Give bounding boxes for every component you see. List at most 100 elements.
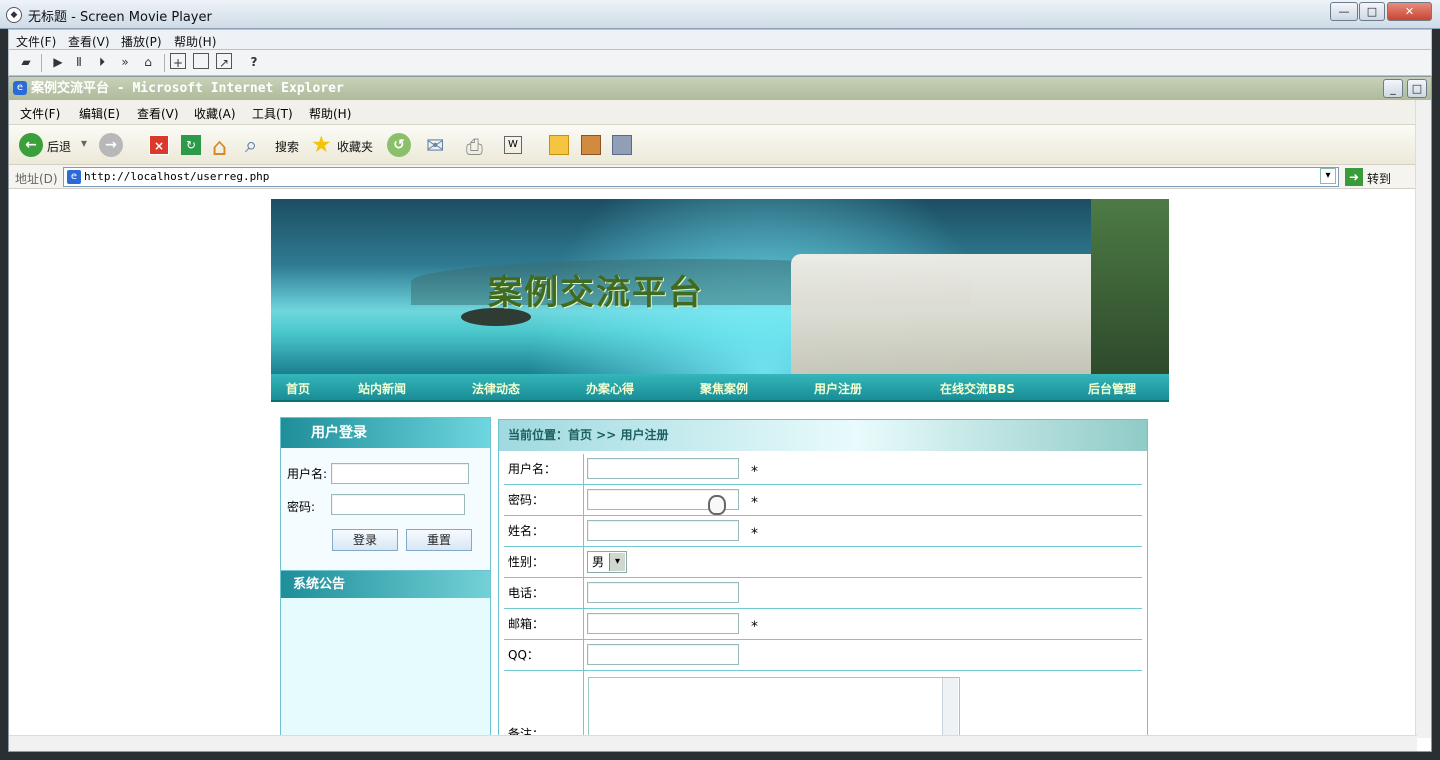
minimize-button[interactable]: — (1330, 2, 1358, 21)
back-label[interactable]: 后退 (47, 138, 71, 155)
browser-menu-tools[interactable]: 工具(T) (252, 105, 293, 122)
form-row: 电话： (504, 578, 1142, 609)
form-row: 姓名： * (504, 516, 1142, 547)
field-value: * (584, 516, 1142, 547)
help-icon[interactable]: ? (245, 53, 263, 71)
window-icon[interactable] (193, 53, 209, 69)
scale-icon[interactable]: ↗ (216, 53, 232, 70)
required-mark: * (751, 619, 758, 635)
chevron-down-icon[interactable]: ▾ (609, 553, 625, 571)
home-icon[interactable]: ⌂ (212, 133, 227, 161)
web-page: 案例交流平台 首页 站内新闻 法律动态 办案心得 聚焦案例 用户注册 在线交流B… (9, 189, 1417, 747)
form-row: 邮箱： * (504, 609, 1142, 640)
nav-news[interactable]: 站内新闻 (358, 380, 406, 397)
nav-home[interactable]: 首页 (286, 380, 310, 397)
browser-minimize-button[interactable]: _ (1383, 79, 1403, 98)
nav-law[interactable]: 法律动态 (472, 380, 520, 397)
vertical-scrollbar[interactable] (1415, 100, 1431, 738)
search-icon[interactable]: ⌕ (245, 133, 257, 158)
note-icon[interactable] (549, 135, 569, 155)
login-password-label: 密码: (287, 500, 316, 514)
back-dropdown-icon[interactable]: ▾ (81, 136, 87, 150)
textarea-scrollbar[interactable] (942, 678, 958, 736)
browser-menu-favorites[interactable]: 收藏(A) (194, 105, 236, 122)
nav-register[interactable]: 用户注册 (814, 380, 862, 397)
field-label: 电话： (504, 578, 584, 609)
browser-menu-file[interactable]: 文件(F) (20, 105, 60, 122)
address-bar: 地址(D) http://localhost/userreg.php e ▾ ➜… (9, 165, 1431, 189)
back-icon[interactable]: ← (19, 133, 43, 157)
login-username-input[interactable] (331, 463, 469, 484)
address-dropdown-icon[interactable]: ▾ (1320, 168, 1336, 184)
fast-forward-icon[interactable]: » (116, 53, 134, 71)
favorites-icon[interactable]: ★ (311, 132, 332, 158)
address-input[interactable]: http://localhost/userreg.php (63, 167, 1339, 187)
name-input[interactable] (587, 520, 739, 541)
player-menu-help[interactable]: 帮助(H) (174, 33, 216, 50)
player-toolbar: ▰ ▶ Ⅱ ⏵ » ⌂ + ↗ ? (8, 50, 1432, 76)
field-label: 邮箱： (504, 609, 584, 640)
horizontal-scrollbar[interactable] (9, 735, 1417, 751)
browser-maximize-button[interactable]: □ (1407, 79, 1427, 98)
tree-illustration (1091, 199, 1169, 374)
login-button[interactable]: 登录 (332, 529, 398, 551)
site-banner: 案例交流平台 (271, 199, 1169, 374)
stop-icon[interactable]: ⌂ (139, 53, 157, 71)
edit-icon[interactable]: W (504, 136, 522, 154)
close-button[interactable]: ✕ (1387, 2, 1432, 21)
search-label[interactable]: 搜索 (275, 138, 299, 155)
player-menu-file[interactable]: 文件(F) (16, 33, 56, 50)
field-value: * (584, 454, 1142, 485)
required-mark: * (751, 464, 758, 480)
stop-page-icon[interactable]: × (149, 135, 169, 155)
site-title: 案例交流平台 (488, 273, 704, 313)
field-label: 备注： (504, 671, 584, 741)
print-icon[interactable]: ⎙ (466, 135, 483, 160)
play-icon[interactable]: ▶ (49, 53, 67, 71)
required-mark: * (751, 526, 758, 542)
maximize-button[interactable]: □ (1359, 2, 1385, 21)
tools-icon[interactable] (612, 135, 632, 155)
field-label: QQ： (504, 640, 584, 671)
refresh-icon[interactable]: ↻ (181, 135, 201, 155)
toolbar-separator (164, 54, 165, 72)
player-menu-play[interactable]: 播放(P) (121, 33, 162, 50)
window-title: 无标题 - Screen Movie Player (28, 10, 212, 25)
mouse-cursor (708, 495, 726, 515)
window-title-bar: ◆ 无标题 - Screen Movie Player — □ ✕ (0, 0, 1440, 29)
fit-icon[interactable]: + (170, 53, 186, 70)
go-icon[interactable]: ➜ (1345, 168, 1363, 186)
browser-menu-edit[interactable]: 编辑(E) (79, 105, 120, 122)
browser-menu-view[interactable]: 查看(V) (137, 105, 179, 122)
open-icon[interactable]: ▰ (17, 53, 35, 71)
remarks-textarea[interactable] (588, 677, 960, 737)
login-password-input[interactable] (331, 494, 465, 515)
field-value (584, 640, 1142, 671)
notice-panel: 系统公告 (280, 570, 491, 747)
nav-experience[interactable]: 办案心得 (586, 380, 634, 397)
field-label: 姓名： (504, 516, 584, 547)
login-title: 用户登录 (281, 418, 490, 448)
reset-button[interactable]: 重置 (406, 529, 472, 551)
email-input[interactable] (587, 613, 739, 634)
pause-icon[interactable]: Ⅱ (70, 53, 88, 71)
mail-icon[interactable]: ✉ (426, 134, 444, 159)
phone-input[interactable] (587, 582, 739, 603)
history-icon[interactable]: ↺ (387, 133, 411, 157)
player-menu-view[interactable]: 查看(V) (68, 33, 110, 50)
book-icon[interactable] (581, 135, 601, 155)
login-username-label: 用户名: (287, 467, 328, 481)
browser-title: 案例交流平台 - Microsoft Internet Explorer (9, 77, 1431, 100)
step-icon[interactable]: ⏵ (93, 53, 111, 71)
browser-menu-help[interactable]: 帮助(H) (309, 105, 351, 122)
gender-select[interactable]: 男 ▾ (587, 551, 627, 573)
nav-cases[interactable]: 聚焦案例 (700, 380, 748, 397)
username-input[interactable] (587, 458, 739, 479)
app-icon: ◆ (6, 7, 22, 23)
go-button[interactable]: 转到 (1367, 170, 1391, 187)
nav-bbs[interactable]: 在线交流BBS (940, 380, 1015, 397)
nav-admin[interactable]: 后台管理 (1088, 380, 1136, 397)
forward-icon[interactable]: → (99, 133, 123, 157)
favorites-label[interactable]: 收藏夹 (337, 138, 373, 155)
qq-input[interactable] (587, 644, 739, 665)
